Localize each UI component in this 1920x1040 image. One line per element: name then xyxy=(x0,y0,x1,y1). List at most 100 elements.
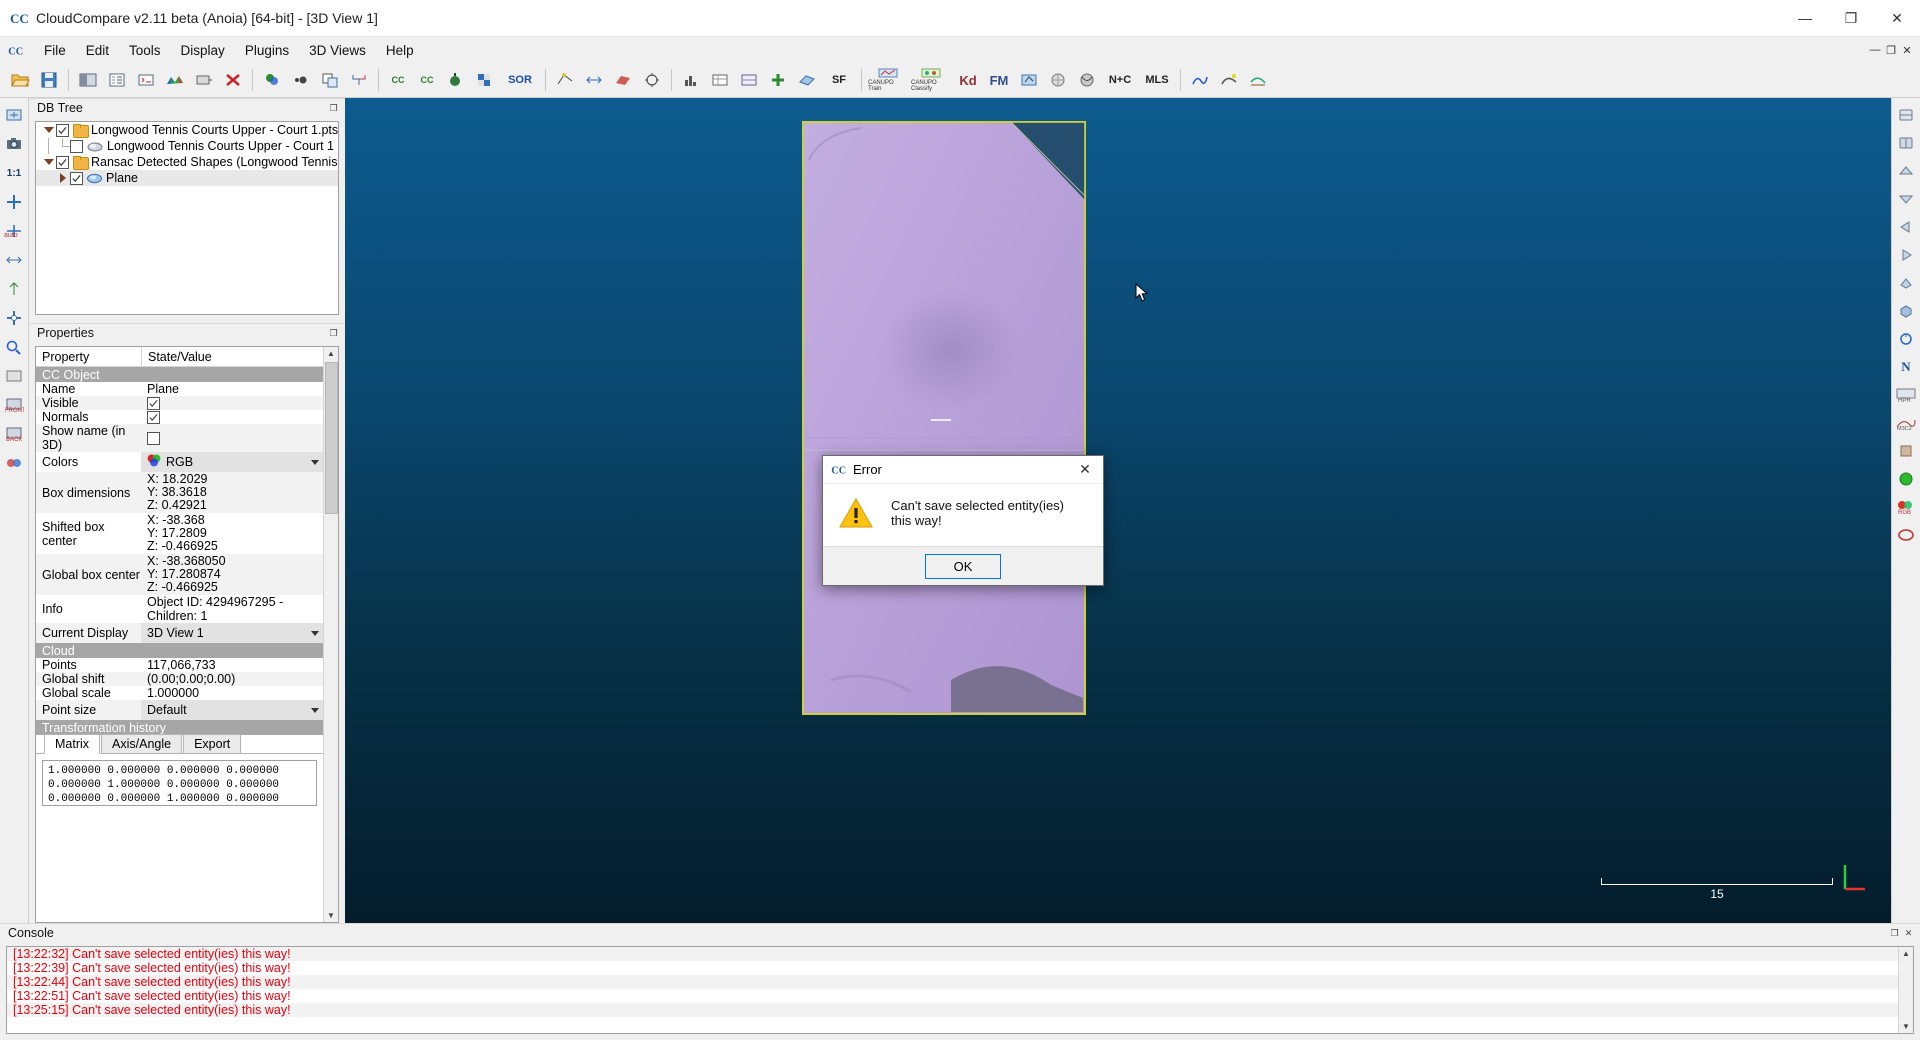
current-display-dropdown[interactable]: 3D View 1 xyxy=(141,623,323,643)
console-scrollbar[interactable]: ▲ ▼ xyxy=(1898,947,1913,1033)
view-left-icon[interactable] xyxy=(1893,214,1919,240)
visibility-checkbox[interactable] xyxy=(70,172,83,185)
db-tree-float-icon[interactable]: ❐ xyxy=(328,103,339,114)
menu-help[interactable]: Help xyxy=(376,40,424,61)
scroll-down-icon[interactable]: ▼ xyxy=(1900,1020,1913,1033)
tree-item-plane[interactable]: Plane xyxy=(36,170,338,186)
section-tool-button[interactable] xyxy=(609,66,637,94)
view-top-icon[interactable] xyxy=(1893,102,1919,128)
view-iso2-icon[interactable] xyxy=(1893,298,1919,324)
tree-item-court1-pts[interactable]: Longwood Tennis Courts Upper - Court 1.p… xyxy=(36,122,338,138)
show-name-checkbox[interactable] xyxy=(147,432,160,445)
north-orientation-icon[interactable]: N xyxy=(1893,354,1919,380)
ok-button[interactable]: OK xyxy=(925,554,1001,579)
toggle-sun-light-icon[interactable] xyxy=(1,247,27,273)
circle-tool-icon[interactable] xyxy=(1893,522,1919,548)
color-checkerboard-button[interactable] xyxy=(471,66,499,94)
segment-button[interactable] xyxy=(551,66,579,94)
error-dialog-close-button[interactable]: ✕ xyxy=(1067,456,1103,483)
color-gradient-button[interactable] xyxy=(161,66,189,94)
scroll-up-icon[interactable]: ▲ xyxy=(325,347,338,360)
colors-dropdown[interactable]: RGB xyxy=(141,452,323,472)
histogram-button[interactable] xyxy=(677,66,705,94)
sf-display-button[interactable] xyxy=(190,66,218,94)
clone-button[interactable] xyxy=(316,66,344,94)
camera-snapshot-icon[interactable] xyxy=(1,131,27,157)
facets-icon[interactable] xyxy=(1893,466,1919,492)
normals-checkbox[interactable] xyxy=(147,411,160,424)
qm3c2-button[interactable] xyxy=(1073,66,1101,94)
cloud-mesh-distance-button[interactable]: CC xyxy=(413,66,441,94)
rgb-convert-icon[interactable]: RGB xyxy=(1893,494,1919,520)
back-view-icon[interactable]: BACK xyxy=(1,421,27,447)
scroll-down-icon[interactable]: ▼ xyxy=(325,909,338,922)
error-dialog[interactable]: CC Error ✕ Can't save selected entity(ie… xyxy=(822,455,1104,586)
open-file-button[interactable] xyxy=(6,66,34,94)
csf-filter-button[interactable] xyxy=(1244,66,1272,94)
console-float-icon[interactable]: ❐ xyxy=(1889,928,1900,939)
properties-float-icon[interactable]: ❐ xyxy=(328,328,339,339)
merge-button[interactable] xyxy=(345,66,373,94)
sor-filter-button[interactable]: SOR xyxy=(500,66,540,94)
set-pivot-icon[interactable] xyxy=(1,189,27,215)
view-right-icon[interactable] xyxy=(1893,242,1919,268)
matrix-textarea[interactable]: 1.000000 0.000000 0.000000 0.000000 0.00… xyxy=(42,760,317,806)
cork-icon[interactable] xyxy=(1893,438,1919,464)
canupo-classify-button[interactable]: CANUPO Classify xyxy=(910,66,952,94)
kd-tree-button[interactable]: Kd xyxy=(953,66,983,94)
view-bottom-icon[interactable] xyxy=(1893,130,1919,156)
menu-tools[interactable]: Tools xyxy=(119,40,171,61)
tab-matrix[interactable]: Matrix xyxy=(44,734,100,754)
view-back-icon[interactable] xyxy=(1893,186,1919,212)
zoom-1-1-icon[interactable]: 1:1 xyxy=(1,160,27,186)
poisson-recon-button[interactable] xyxy=(1044,66,1072,94)
point-size-button[interactable] xyxy=(287,66,315,94)
hpr-icon[interactable]: HPR xyxy=(1893,382,1919,408)
global-zoom-icon[interactable] xyxy=(1,102,27,128)
tab-export[interactable]: Export xyxy=(183,734,241,753)
translate-rotate-button[interactable] xyxy=(580,66,608,94)
expand-arrow-icon[interactable] xyxy=(56,173,70,183)
scroll-up-icon[interactable]: ▲ xyxy=(1900,947,1913,960)
3d-viewport[interactable]: 15 xyxy=(345,98,1891,923)
maximize-button[interactable]: ❐ xyxy=(1828,0,1874,36)
hough-normals-button[interactable] xyxy=(1015,66,1043,94)
properties-toggle-button[interactable] xyxy=(74,66,102,94)
visible-checkbox[interactable] xyxy=(147,397,160,410)
visibility-checkbox[interactable] xyxy=(70,140,83,153)
save-file-button[interactable] xyxy=(35,66,63,94)
visibility-checkbox[interactable] xyxy=(56,124,69,137)
close-button[interactable]: ✕ xyxy=(1874,0,1920,36)
minimize-button[interactable]: — xyxy=(1782,0,1828,36)
tree-item-court1-cloud[interactable]: Longwood Tennis Courts Upper - Court 1 -… xyxy=(36,138,338,154)
point-size-dropdown[interactable]: Default xyxy=(141,700,323,720)
lock-rotation-icon[interactable] xyxy=(1893,326,1919,352)
pcv-shade-button[interactable] xyxy=(1215,66,1243,94)
cloud-cloud-distance-button[interactable]: CC xyxy=(384,66,412,94)
console-output[interactable]: [13:22:32] Can't save selected entity(ie… xyxy=(6,946,1914,1034)
tree-item-ransac-shapes[interactable]: Ransac Detected Shapes (Longwood Tennis … xyxy=(36,154,338,170)
pick-rotation-center-icon[interactable] xyxy=(1,305,27,331)
db-tree-panel[interactable]: Longwood Tennis Courts Upper - Court 1.p… xyxy=(35,121,339,315)
add-primitive-button[interactable] xyxy=(764,66,792,94)
menu-display[interactable]: Display xyxy=(171,40,235,61)
menu-file[interactable]: File xyxy=(34,40,76,61)
menu-plugins[interactable]: Plugins xyxy=(235,40,299,61)
view-front-icon[interactable] xyxy=(1893,158,1919,184)
label-connected-comp-button[interactable] xyxy=(735,66,763,94)
mdi-restore-button[interactable]: ❐ xyxy=(1884,43,1898,57)
tab-axis-angle[interactable]: Axis/Angle xyxy=(101,734,182,753)
db-tree-toggle-button[interactable] xyxy=(103,66,131,94)
facet-fm-button[interactable]: FM xyxy=(984,66,1014,94)
toggle-colors-button[interactable] xyxy=(258,66,286,94)
magnifier-icon[interactable] xyxy=(1,334,27,360)
view-box-icon[interactable] xyxy=(1,363,27,389)
mls-smooth-button[interactable]: MLS xyxy=(1139,66,1175,94)
visibility-checkbox[interactable] xyxy=(56,156,69,169)
delete-entity-button[interactable] xyxy=(219,66,247,94)
canupo-train-button[interactable]: CANUPO Train xyxy=(867,66,909,94)
plane-tool-button[interactable] xyxy=(793,66,821,94)
menu-edit[interactable]: Edit xyxy=(76,40,119,61)
auto-pivot-icon[interactable]: auto xyxy=(1,218,27,244)
expand-arrow-icon[interactable] xyxy=(42,127,56,133)
